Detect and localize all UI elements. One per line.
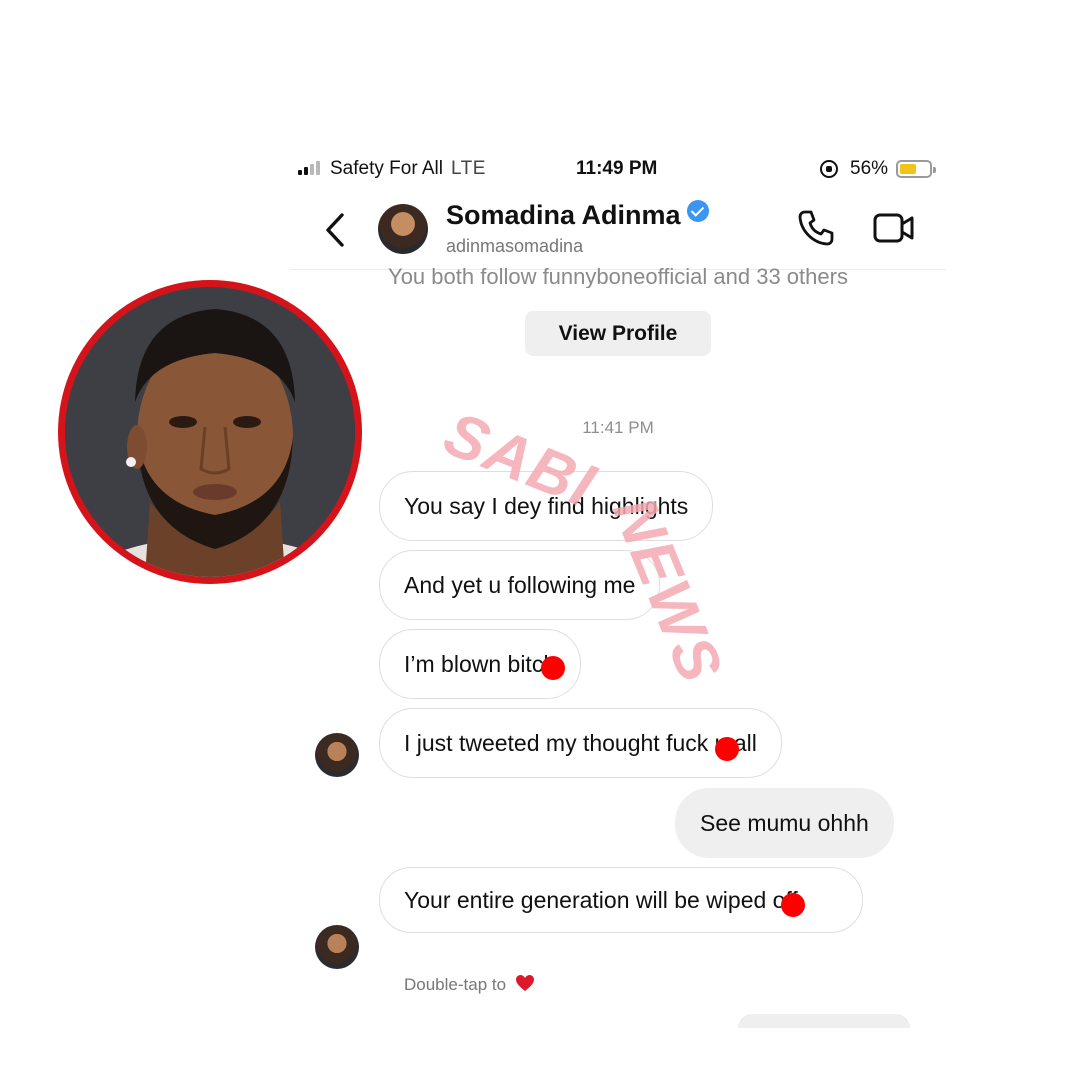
chevron-left-icon[interactable] (320, 212, 350, 248)
red-heart-icon (515, 975, 534, 991)
message-text: I just tweeted my thought fuck u all (404, 730, 757, 756)
status-time: 11:49 PM (576, 158, 658, 179)
contact-name-text: Somadina Adinma (446, 200, 681, 230)
profile-photo (65, 287, 355, 647)
profile-photo-frame (58, 280, 362, 647)
message-text: I’m blown bitch (404, 651, 557, 677)
phone-icon[interactable] (796, 208, 836, 248)
carrier-name: Safety For All (330, 158, 443, 179)
censor-dot (541, 656, 565, 680)
video-camera-icon[interactable] (872, 210, 916, 246)
verified-badge-icon (686, 200, 709, 222)
sender-avatar[interactable] (315, 733, 359, 777)
message-text: Your entire generation will be wiped off (404, 887, 798, 913)
battery-fill (900, 164, 916, 174)
signal-strength-icon (298, 161, 324, 175)
double-tap-hint: Double-tap to (404, 974, 535, 995)
network-type: LTE (451, 158, 486, 179)
message-text: You say I dey find highlights (404, 493, 689, 519)
contact-name[interactable]: Somadina Adinma (446, 200, 709, 231)
view-profile-button[interactable]: View Profile (525, 311, 711, 356)
contact-avatar[interactable] (378, 204, 428, 254)
message-bubble[interactable]: You say I dey find highlights (379, 471, 714, 541)
censor-dot (715, 737, 739, 761)
battery-percent: 56% (850, 158, 889, 179)
message-bubble[interactable]: And yet u following me (379, 550, 661, 620)
sent-message-bubble[interactable]: See mumu ohhh (675, 788, 894, 858)
carrier-label: Safety For All LTE (330, 158, 486, 180)
contact-handle: adinmasomadina (446, 236, 584, 256)
censor-dot (781, 893, 805, 917)
sender-avatar[interactable] (315, 925, 359, 969)
partial-message-bubble (738, 1014, 910, 1028)
mutual-followers-text: You both follow funnyboneofficial and 33… (388, 264, 848, 288)
message-timestamp: 11:41 PM (582, 418, 654, 437)
battery-icon (896, 160, 936, 178)
orientation-lock-icon (820, 160, 838, 178)
message-text: See mumu ohhh (700, 810, 869, 836)
hint-text: Double-tap to (404, 975, 507, 994)
status-bar: Safety For All LTE 11:49 PM 56% (298, 156, 940, 184)
message-text: And yet u following me (404, 572, 636, 598)
